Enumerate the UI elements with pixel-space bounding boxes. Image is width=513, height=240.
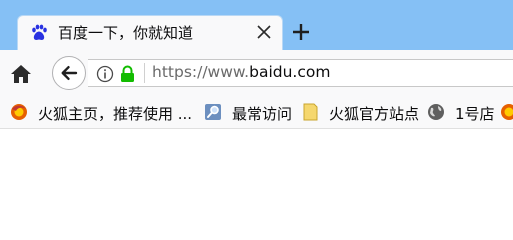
firefox-icon — [500, 103, 513, 121]
url-bar[interactable]: https://www.baidu.com — [88, 59, 513, 87]
bookmark-label: 火狐官方站点 — [329, 105, 420, 123]
url-host: baidu.com — [249, 63, 331, 81]
firefox-icon — [10, 103, 28, 121]
info-icon[interactable] — [96, 65, 114, 83]
baidu-paw-icon — [30, 24, 48, 42]
folder-icon — [301, 103, 319, 121]
magnifier-icon — [204, 103, 222, 121]
close-icon[interactable] — [256, 24, 272, 40]
nav-toolbar: https://www.baidu.com — [0, 50, 513, 96]
lock-icon[interactable] — [120, 65, 135, 83]
bookmark-label: 1号店 — [455, 105, 495, 123]
url-text[interactable]: https://www.baidu.com — [152, 63, 330, 81]
back-button[interactable] — [52, 56, 86, 90]
bookmark-label: 最常访问 — [232, 105, 293, 123]
tab-baidu[interactable]: 百度一下，你就知道 — [17, 15, 283, 50]
bookmarks-toolbar: 火狐主页，推荐使用 ... 最常访问 火狐官方站点 1号店 — [0, 96, 513, 129]
back-arrow-icon — [61, 66, 78, 80]
globe-icon — [427, 103, 445, 121]
home-icon[interactable] — [10, 64, 32, 84]
bookmark-label: 火狐主页，推荐使用 ... — [38, 105, 193, 123]
tab-strip: 百度一下，你就知道 — [0, 0, 513, 50]
url-divider — [144, 63, 145, 83]
tab-title: 百度一下，你就知道 — [58, 24, 194, 42]
url-scheme: https://www. — [152, 63, 250, 81]
plus-icon[interactable] — [290, 21, 312, 43]
